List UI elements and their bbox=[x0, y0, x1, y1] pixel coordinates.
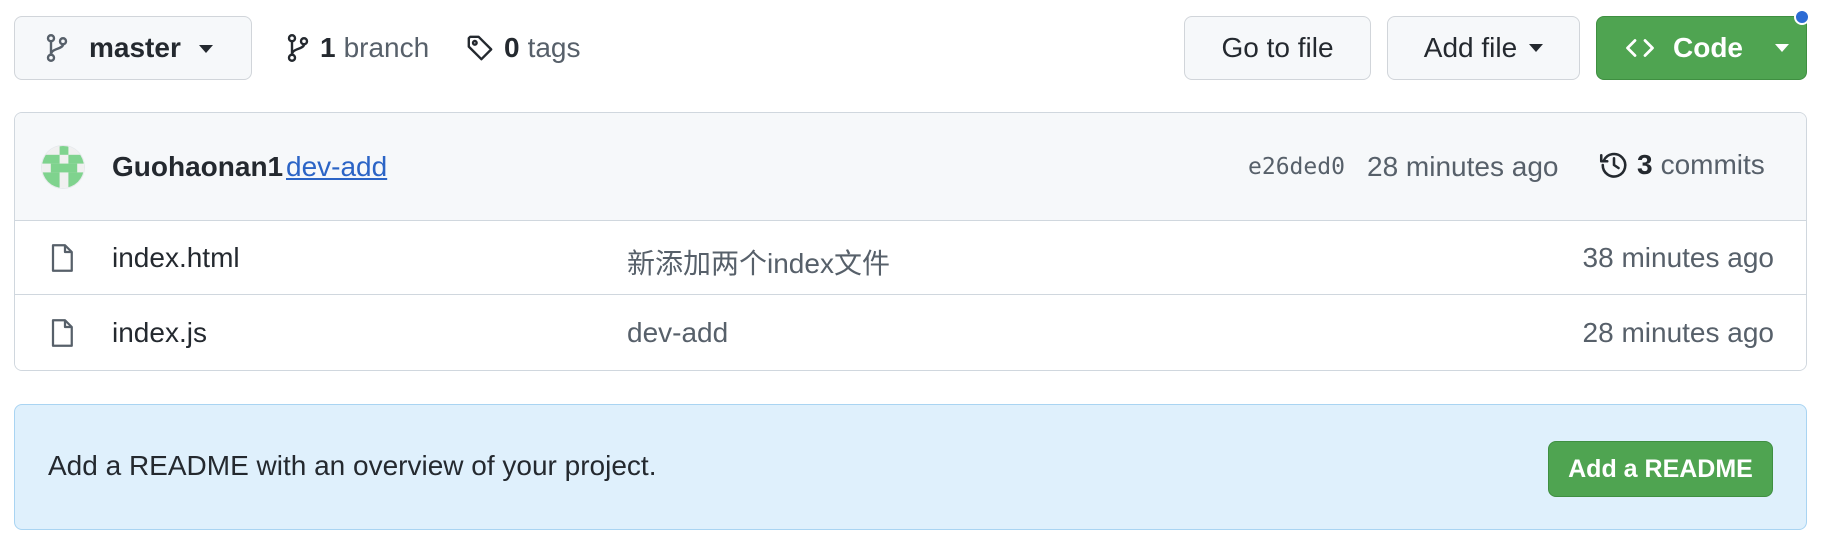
branch-count-label: branch bbox=[343, 32, 430, 63]
file-icon bbox=[51, 244, 73, 272]
file-name[interactable]: index.js bbox=[112, 317, 207, 349]
commits-count: 3 bbox=[1637, 149, 1653, 180]
commit-sha[interactable]: e26ded0 bbox=[1248, 154, 1345, 180]
file-row[interactable]: index.html 新添加两个index文件 38 minutes ago bbox=[15, 221, 1806, 295]
tag-icon bbox=[467, 35, 493, 61]
history-icon bbox=[1599, 152, 1627, 178]
tags-link[interactable]: 0 tags bbox=[466, 16, 581, 80]
code-icon bbox=[1626, 39, 1654, 57]
commit-author[interactable]: Guohaonan1 bbox=[112, 151, 283, 183]
readme-banner: Add a README with an overview of your pr… bbox=[14, 404, 1807, 530]
commit-time: 28 minutes ago bbox=[1367, 151, 1559, 182]
file-commit-time: 38 minutes ago bbox=[1582, 242, 1774, 273]
code-label: Code bbox=[1673, 32, 1743, 63]
chevron-down-icon bbox=[1529, 44, 1544, 52]
commit-message-link[interactable]: dev-add bbox=[286, 151, 387, 183]
code-button[interactable]: Code bbox=[1596, 16, 1807, 80]
branch-count: 1 bbox=[320, 32, 336, 63]
add-file-button[interactable]: Add file bbox=[1387, 16, 1580, 80]
chevron-down-icon bbox=[1775, 44, 1789, 52]
file-row[interactable]: index.js dev-add 28 minutes ago bbox=[15, 296, 1806, 370]
file-name[interactable]: index.html bbox=[112, 242, 240, 274]
go-to-file-button[interactable]: Go to file bbox=[1184, 16, 1371, 80]
chevron-down-icon bbox=[198, 45, 213, 53]
identicon bbox=[42, 146, 84, 188]
latest-commit-bar: Guohaonan1 dev-add e26ded0 28 minutes ag… bbox=[15, 113, 1806, 221]
branch-select-button[interactable]: master bbox=[14, 16, 252, 80]
readme-prompt-text: Add a README with an overview of your pr… bbox=[48, 450, 657, 481]
git-branch-icon bbox=[287, 34, 309, 62]
file-icon bbox=[51, 319, 73, 347]
commits-link[interactable]: 3 commits bbox=[1599, 149, 1765, 181]
add-file-label: Add file bbox=[1423, 32, 1518, 63]
tag-count: 0 bbox=[504, 32, 520, 63]
file-commit-message[interactable]: dev-add bbox=[627, 317, 728, 349]
file-list: Guohaonan1 dev-add e26ded0 28 minutes ag… bbox=[14, 112, 1807, 371]
tag-count-label: tags bbox=[527, 32, 581, 63]
add-readme-button[interactable]: Add a README bbox=[1548, 441, 1773, 497]
file-commit-message[interactable]: 新添加两个index文件 bbox=[627, 242, 890, 282]
file-commit-time: 28 minutes ago bbox=[1582, 317, 1774, 348]
branch-name: master bbox=[89, 32, 181, 63]
repo-toolbar: master 1 branch 0 tags Go to file Add fi… bbox=[14, 16, 1807, 81]
avatar[interactable] bbox=[41, 145, 85, 189]
git-branch-icon bbox=[46, 34, 68, 62]
branches-link[interactable]: 1 branch bbox=[286, 16, 429, 80]
notification-dot bbox=[1794, 9, 1810, 25]
commits-label: commits bbox=[1660, 149, 1765, 180]
